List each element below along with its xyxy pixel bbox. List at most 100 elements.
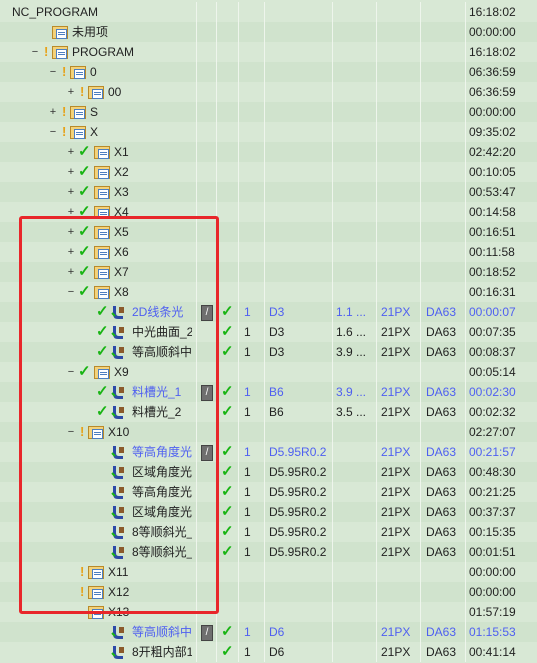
cell-c4: 21PX [381, 305, 411, 319]
tree-row[interactable]: ✓ 2D线条光 / ✓ 1 D3 1.1 ... 21PX DA63 00:00:07 [0, 302, 537, 322]
warning-icon: ! [62, 124, 67, 139]
tree-row[interactable]: −! 0 06:36:59 [0, 62, 537, 82]
tree-row[interactable]: 等高角度光 / ✓ 1 D5.95R0.2 21PX DA63 00:21:57 [0, 442, 537, 462]
tree-row[interactable]: + ✓ X4 00:14:58 [0, 202, 537, 222]
tool-path-icon[interactable]: / [201, 445, 213, 461]
tree-row[interactable]: NC_PROGRAM 16:18:02 [0, 2, 537, 22]
tool-path-icon[interactable]: / [201, 305, 213, 321]
tree-row[interactable]: +! 00 06:36:59 [0, 82, 537, 102]
column-separator [264, 202, 265, 222]
tree-row[interactable]: 未用项 00:00:00 [0, 22, 537, 42]
collapse-icon[interactable]: − [48, 126, 58, 138]
column-separator [465, 402, 466, 422]
collapse-icon[interactable]: − [66, 426, 76, 438]
expand-icon[interactable]: + [66, 146, 76, 158]
column-separator [376, 202, 377, 222]
column-separator [216, 522, 217, 542]
column-separator [420, 122, 421, 142]
tree-row[interactable]: 8等顺斜光_2 ✓ 1 D5.95R0.2 21PX DA63 00:01:51 [0, 542, 537, 562]
tree-node-label: 等高角度光1 [132, 485, 192, 499]
tree-node-label: X3 [114, 185, 129, 199]
collapse-icon[interactable]: − [66, 606, 76, 618]
tree-row[interactable]: 等高角度光1 ✓ 1 D5.95R0.2 21PX DA63 00:21:25 [0, 482, 537, 502]
tree-row[interactable]: − ✓ X9 00:05:14 [0, 362, 537, 382]
tree-row[interactable]: −! X10 02:27:07 [0, 422, 537, 442]
column-separator [196, 342, 197, 362]
tool-path-icon[interactable]: / [201, 385, 213, 401]
column-separator [216, 122, 217, 142]
time-cell: 00:00:00 [469, 585, 516, 599]
time-cell: 00:00:07 [469, 305, 516, 319]
column-separator [420, 322, 421, 342]
column-separator [376, 642, 377, 662]
tool-path-icon[interactable]: / [201, 625, 213, 641]
cell-c3: 3.5 ... [336, 405, 367, 419]
column-separator [465, 262, 466, 282]
column-separator [196, 542, 197, 562]
expand-icon[interactable]: + [66, 86, 76, 98]
expand-icon[interactable]: + [66, 186, 76, 198]
tree-row[interactable]: 8等顺斜光_1 ✓ 1 D5.95R0.2 21PX DA63 00:15:35 [0, 522, 537, 542]
collapse-icon[interactable]: − [66, 286, 76, 298]
tree-row[interactable]: ✓ 等高顺斜中... ✓ 1 D3 3.9 ... 21PX DA63 00:08:37 [0, 342, 537, 362]
expand-icon[interactable]: + [66, 246, 76, 258]
tree-row[interactable]: + ✓ X1 02:42:20 [0, 142, 537, 162]
column-separator [196, 442, 197, 462]
complete-check-icon: ✓ [78, 283, 91, 300]
expand-icon[interactable]: + [66, 266, 76, 278]
cell-c1: 1 [244, 465, 251, 479]
tree-row[interactable]: 区域角度光 ✓ 1 D5.95R0.2 21PX DA63 00:48:30 [0, 462, 537, 482]
column-separator [196, 202, 197, 222]
column-separator [238, 122, 239, 142]
tree-row[interactable]: + ✓ X2 00:10:05 [0, 162, 537, 182]
column-separator [264, 222, 265, 242]
column-separator [264, 422, 265, 442]
column-separator [465, 102, 466, 122]
collapse-icon[interactable]: − [48, 66, 58, 78]
column-separator [216, 502, 217, 522]
expand-icon[interactable]: + [66, 166, 76, 178]
column-separator [332, 22, 333, 42]
column-separator [465, 22, 466, 42]
expand-icon[interactable]: + [48, 106, 58, 118]
tree-row[interactable]: −! PROGRAM 16:18:02 [0, 42, 537, 62]
tree-row[interactable]: + ✓ X3 00:53:47 [0, 182, 537, 202]
expand-icon[interactable]: + [66, 206, 76, 218]
cell-c5: DA63 [426, 405, 457, 419]
tree-row[interactable]: 8开粗内部1 ✓ 1 D6 21PX DA63 00:41:14 [0, 642, 537, 662]
tree-row[interactable]: ! X11 00:00:00 [0, 562, 537, 582]
tree-row[interactable]: −! X 09:35:02 [0, 122, 537, 142]
collapse-icon[interactable]: − [30, 46, 40, 58]
tree-row[interactable]: ! X12 00:00:00 [0, 582, 537, 602]
cell-c2: D6 [269, 625, 285, 639]
column-separator [465, 482, 466, 502]
complete-check-icon: ✓ [78, 263, 91, 280]
tree-row[interactable]: 区域角度光1 ✓ 1 D5.95R0.2 21PX DA63 00:37:37 [0, 502, 537, 522]
column-separator [216, 162, 217, 182]
complete-check-icon: ✓ [78, 243, 91, 260]
cell-c2: D5.95R0.2 [269, 525, 327, 539]
column-separator [332, 402, 333, 422]
time-cell: 00:01:51 [469, 545, 516, 559]
tree-row[interactable]: + ✓ X7 00:18:52 [0, 262, 537, 282]
column-separator [196, 42, 197, 62]
tree-row[interactable]: ✓ 料槽光_2 ✓ 1 B6 3.5 ... 21PX DA63 00:02:32 [0, 402, 537, 422]
tree-row[interactable]: − ✓ X8 00:16:31 [0, 282, 537, 302]
tree-row[interactable]: +! S 00:00:00 [0, 102, 537, 122]
folder-icon [70, 65, 86, 79]
tree-row[interactable]: + ✓ X6 00:11:58 [0, 242, 537, 262]
tree-row[interactable]: ✓ 中光曲面_2 ✓ 1 D3 1.6 ... 21PX DA63 00:07:35 [0, 322, 537, 342]
column-separator [376, 402, 377, 422]
folder-icon [88, 85, 104, 99]
path-valid-check-icon: ✓ [221, 303, 234, 320]
tree-row[interactable]: − X13 01:57:19 [0, 602, 537, 622]
tree-row[interactable]: + ✓ X5 00:16:51 [0, 222, 537, 242]
column-separator [420, 442, 421, 462]
collapse-icon[interactable]: − [66, 366, 76, 378]
column-separator [264, 262, 265, 282]
tree-row[interactable]: ✓ 料槽光_1 / ✓ 1 B6 3.9 ... 21PX DA63 00:02:30 [0, 382, 537, 402]
tree-row[interactable]: 等高顺斜中... / ✓ 1 D6 21PX DA63 01:15:53 [0, 622, 537, 642]
cell-c2: B6 [269, 405, 284, 419]
expand-icon[interactable]: + [66, 226, 76, 238]
folder-icon [94, 165, 110, 179]
